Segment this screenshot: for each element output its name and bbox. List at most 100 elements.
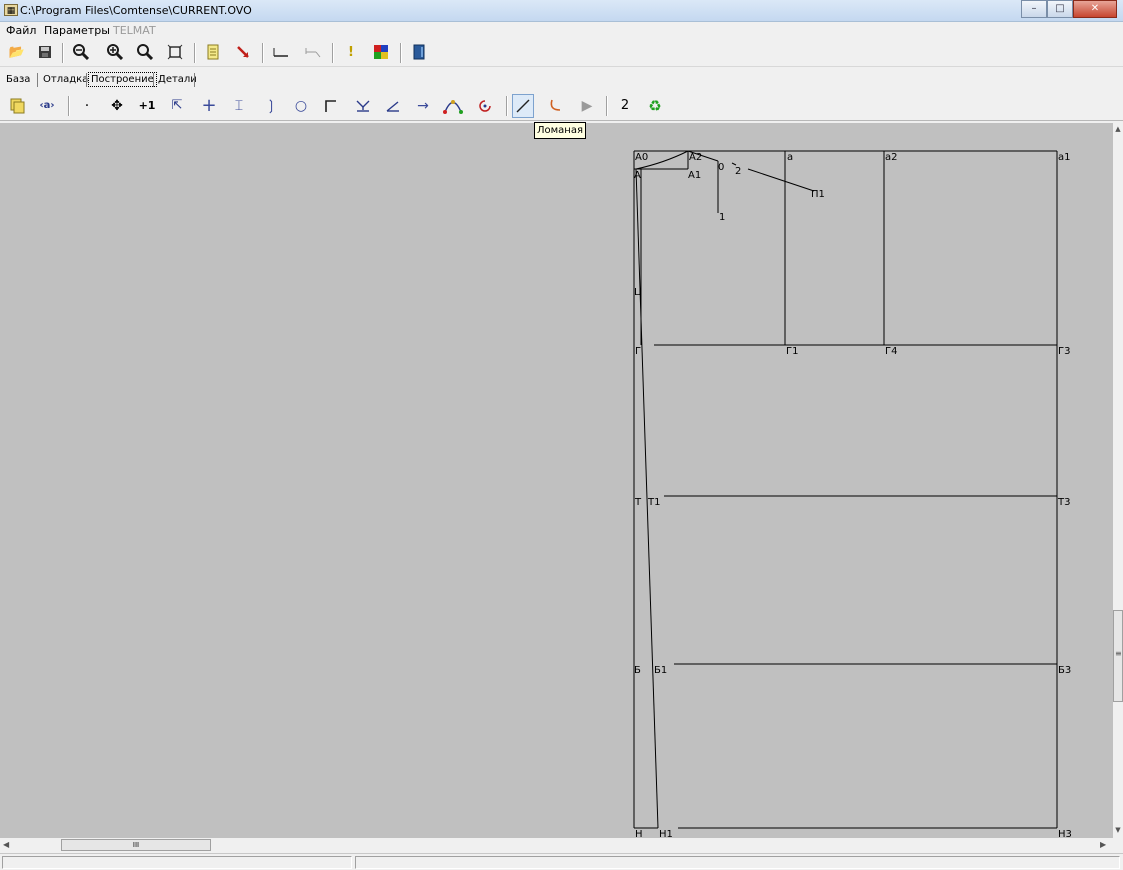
arc-tool-icon[interactable]	[544, 95, 566, 117]
label-point: А0	[635, 152, 648, 163]
layers-icon[interactable]	[6, 95, 28, 117]
scroll-left-icon[interactable]: ◀	[3, 840, 9, 849]
plus-one-icon[interactable]: +1	[136, 95, 158, 117]
label-point: Т	[634, 497, 642, 508]
tab-separator	[153, 73, 154, 87]
corner-icon[interactable]	[320, 95, 342, 117]
tab-separator	[194, 73, 195, 87]
tab-construction[interactable]: Построение	[88, 72, 157, 87]
eye-tag-icon[interactable]: ‹a›	[36, 95, 58, 117]
curve-icon[interactable]	[442, 95, 464, 117]
maximize-icon[interactable]: □	[1047, 0, 1073, 18]
perpendicular-icon[interactable]	[352, 95, 374, 117]
menu-parameters[interactable]: Параметры	[44, 24, 110, 37]
move-cross-icon[interactable]: ✥	[106, 95, 128, 117]
label-point: Ц	[634, 287, 642, 298]
book-icon[interactable]	[408, 42, 430, 63]
label-point: А	[634, 170, 641, 181]
toolbar-separator	[332, 43, 334, 63]
crosshair-icon[interactable]: +	[198, 95, 220, 117]
status-pane-right	[355, 856, 1120, 869]
label-point: Б	[634, 665, 641, 676]
app-icon[interactable]: ▦	[4, 4, 18, 16]
label-point: Г1	[786, 346, 798, 357]
rotate-icon[interactable]	[474, 95, 496, 117]
menu-bar: Файл Параметры TELMAT	[0, 22, 1123, 39]
label-point: Н	[635, 829, 643, 838]
pointer-arrow-icon[interactable]	[232, 42, 254, 63]
label-point: Н1	[659, 829, 673, 838]
vertical-scrollbar[interactable]: ▲ ≡ ▼	[1113, 123, 1123, 838]
arc-right-icon[interactable]: ❳	[260, 95, 282, 117]
horizontal-scrollbar[interactable]: ◀ III ▶	[0, 838, 1113, 853]
label-point: А2	[689, 152, 702, 163]
recycle-icon[interactable]: ♻	[644, 95, 666, 117]
split-icon[interactable]: ⌶	[228, 95, 250, 117]
label-point: а2	[885, 152, 898, 163]
zoom-icon[interactable]	[134, 42, 156, 63]
measure-angle-icon[interactable]	[302, 42, 324, 63]
label-point: Т3	[1057, 497, 1070, 508]
zoom-in-icon[interactable]	[104, 42, 126, 63]
fit-window-icon[interactable]	[164, 42, 186, 63]
angle-icon[interactable]	[382, 95, 404, 117]
toolbar-separator	[68, 96, 70, 116]
drawing-canvas[interactable]: А0 А2 А А1 0 2 1 П1 а а2 а1 Ц Г Г1 Г4 Г3…	[0, 123, 1113, 838]
pattern-drawing: А0 А2 А А1 0 2 1 П1 а а2 а1 Ц Г Г1 Г4 Г3…	[633, 150, 1072, 838]
shoulder-tick	[731, 162, 737, 166]
point-labels: А0 А2 А А1 0 2 1 П1 а а2 а1 Ц Г Г1 Г4 Г3…	[634, 152, 1072, 838]
vertical-scroll-thumb[interactable]: ≡	[1113, 610, 1123, 702]
window-controls: – □ ✕	[1021, 0, 1117, 18]
label-point: Н3	[1058, 829, 1072, 838]
menu-file[interactable]: Файл	[6, 24, 36, 37]
title-bar: ▦ C:\Program Files\Comtense\CURRENT.OVO …	[0, 0, 1123, 22]
horizontal-scroll-thumb[interactable]: III	[61, 839, 211, 851]
status-pane-left	[2, 856, 352, 869]
play-icon[interactable]: ▶	[576, 95, 598, 117]
toolbar-separator	[400, 43, 402, 63]
open-folder-icon[interactable]: 📂	[6, 42, 28, 63]
label-point: Г3	[1058, 346, 1070, 357]
color-palette-icon[interactable]	[370, 42, 392, 63]
tab-bar: База Отладка Построение Детали	[0, 70, 1123, 90]
label-point: Б3	[1058, 665, 1071, 676]
tab-debug[interactable]: Отладка	[41, 73, 90, 87]
save-icon[interactable]	[34, 42, 56, 63]
scroll-right-icon[interactable]: ▶	[1100, 840, 1106, 849]
label-point: а	[787, 152, 793, 163]
toolbar-separator	[606, 96, 608, 116]
measure-line-icon[interactable]	[270, 42, 292, 63]
number-two-button[interactable]: 2	[614, 95, 636, 117]
point-icon[interactable]: ·	[76, 95, 98, 117]
tab-base[interactable]: База	[4, 73, 32, 87]
vertical-grip: ≡	[1115, 649, 1122, 658]
menu-telmat[interactable]: TELMAT	[113, 24, 156, 37]
polyline-icon[interactable]	[512, 94, 534, 118]
close-icon[interactable]: ✕	[1073, 0, 1117, 18]
toolbar-separator	[62, 43, 64, 63]
scroll-down-icon[interactable]: ▼	[1113, 826, 1123, 836]
arrow-right-icon[interactable]: →	[412, 95, 434, 117]
scroll-up-icon[interactable]: ▲	[1113, 125, 1123, 135]
label-point: А1	[688, 170, 701, 181]
alert-icon[interactable]: !	[340, 42, 362, 63]
zoom-out-icon[interactable]	[70, 42, 92, 63]
construction-toolbar: ‹a› · ✥ +1 ⇱ + ⌶ ❳ ○ → ▶ 2 ♻	[0, 92, 1123, 121]
tab-details[interactable]: Детали	[156, 73, 199, 87]
minimize-icon[interactable]: –	[1021, 0, 1047, 18]
shoulder-line	[747, 168, 815, 192]
label-point: а1	[1058, 152, 1071, 163]
select-cursor-icon[interactable]: ⇱	[166, 95, 188, 117]
label-point: Б1	[654, 665, 667, 676]
notes-icon[interactable]	[202, 42, 224, 63]
label-point: Г	[635, 346, 641, 357]
tooltip-polyline: Ломаная	[534, 122, 586, 139]
label-point: 1	[719, 212, 725, 223]
label-point: Т1	[647, 497, 660, 508]
circle-point-icon[interactable]: ○	[290, 95, 312, 117]
pattern-lines	[633, 150, 1058, 829]
main-toolbar: 📂 !	[0, 40, 1123, 67]
label-point: 2	[735, 166, 741, 177]
toolbar-separator	[262, 43, 264, 63]
tab-separator	[37, 73, 38, 87]
